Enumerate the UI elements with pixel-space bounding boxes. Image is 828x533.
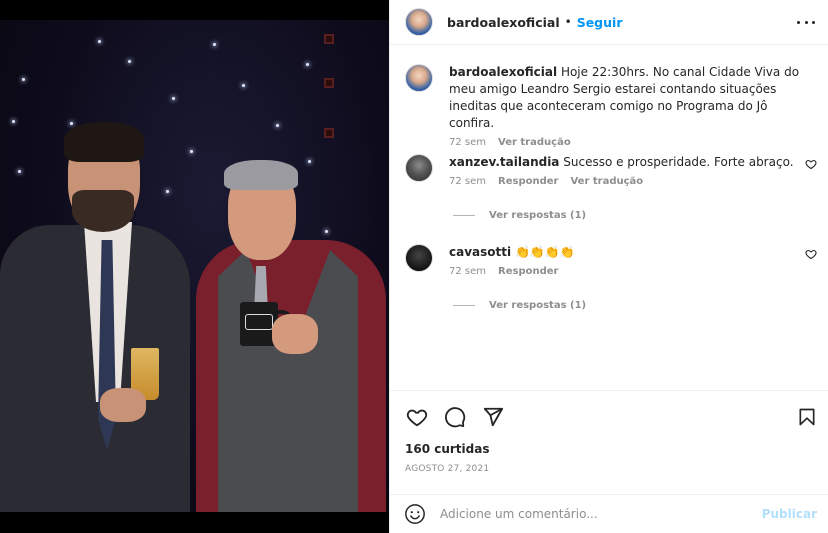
- heart-icon[interactable]: [805, 158, 817, 170]
- post-actions: 160 curtidas AGOSTO 27, 2021: [390, 390, 828, 510]
- post-date[interactable]: AGOSTO 27, 2021: [405, 464, 489, 474]
- comment-meta: 72 sem Responder Ver tradução: [449, 176, 805, 187]
- header-separator: •: [564, 15, 572, 29]
- bookmark-icon[interactable]: [795, 405, 819, 429]
- comment-time[interactable]: 72 sem: [449, 266, 486, 277]
- stage-light: [12, 120, 15, 123]
- replies-line: [453, 305, 475, 306]
- stage-light: [98, 40, 101, 43]
- author-avatar[interactable]: [405, 8, 433, 36]
- comment-body: xanzev.tailandia Sucesso e prosperidade.…: [449, 154, 805, 187]
- emoji-icon[interactable]: [404, 503, 426, 525]
- stage-lamp: [324, 34, 334, 44]
- stage-light: [190, 150, 193, 153]
- author-username[interactable]: bardoalexoficial: [447, 15, 560, 30]
- comment-username[interactable]: xanzev.tailandia: [449, 155, 559, 169]
- comment-message: Sucesso e prosperidade. Forte abraço.: [563, 155, 794, 169]
- follow-button[interactable]: Seguir: [577, 15, 623, 30]
- replies-line: [453, 215, 475, 216]
- comment-body: bardoalexoficial Hoje 22:30hrs. No canal…: [449, 64, 805, 148]
- action-icons: [405, 405, 505, 429]
- post-side-panel: bardoalexoficial • Seguir bardoalexofici…: [389, 0, 828, 533]
- view-replies-toggle[interactable]: Ver respostas (1): [453, 300, 586, 311]
- stage-light: [306, 63, 309, 66]
- instagram-post: bardoalexoficial • Seguir bardoalexofici…: [0, 0, 828, 533]
- stage-light: [242, 84, 245, 87]
- mug-logo: [245, 314, 273, 330]
- person-left-hand: [100, 388, 146, 422]
- comments-list[interactable]: bardoalexoficial Hoje 22:30hrs. No canal…: [390, 46, 828, 390]
- see-translation-link[interactable]: Ver tradução: [570, 176, 643, 187]
- photo-bottom-letterbox: [0, 512, 389, 533]
- publish-button[interactable]: Publicar: [762, 507, 817, 521]
- stage-light: [128, 60, 131, 63]
- person-right-hand: [272, 314, 318, 354]
- photo-top-letterbox: [0, 0, 389, 20]
- view-replies-toggle[interactable]: Ver respostas (1): [453, 210, 586, 221]
- commenter-avatar[interactable]: [405, 154, 433, 182]
- person-left-beard: [72, 190, 134, 232]
- post-photo[interactable]: [0, 0, 389, 533]
- comment-item: xanzev.tailandia Sucesso e prosperidade.…: [405, 154, 825, 187]
- comment-username[interactable]: cavasotti: [449, 245, 511, 259]
- comment-input[interactable]: [440, 507, 740, 521]
- add-comment-bar: Publicar: [390, 494, 828, 533]
- reply-link[interactable]: Responder: [498, 266, 558, 277]
- author-avatar[interactable]: [405, 64, 433, 92]
- comment-meta: 72 sem Ver tradução: [449, 137, 805, 148]
- stage-light: [213, 43, 216, 46]
- view-replies-label[interactable]: Ver respostas (1): [489, 300, 586, 311]
- likes-count[interactable]: 160 curtidas: [405, 442, 489, 456]
- caption-comment: bardoalexoficial Hoje 22:30hrs. No canal…: [405, 64, 825, 148]
- commenter-avatar[interactable]: [405, 244, 433, 272]
- stage-light: [308, 160, 311, 163]
- stage-light: [172, 97, 175, 100]
- comment-text: xanzev.tailandia Sucesso e prosperidade.…: [449, 154, 805, 171]
- comment-icon[interactable]: [443, 405, 467, 429]
- comment-text: bardoalexoficial Hoje 22:30hrs. No canal…: [449, 64, 805, 132]
- heart-icon[interactable]: [405, 405, 429, 429]
- see-translation-link[interactable]: Ver tradução: [498, 137, 571, 148]
- post-header: bardoalexoficial • Seguir: [390, 0, 828, 45]
- comment-username[interactable]: bardoalexoficial: [449, 65, 557, 79]
- view-replies-label[interactable]: Ver respostas (1): [489, 210, 586, 221]
- stage-light: [276, 124, 279, 127]
- stage-lamp: [324, 78, 334, 88]
- send-icon[interactable]: [481, 405, 505, 429]
- stage-light: [325, 230, 328, 233]
- stage-light: [22, 78, 25, 81]
- person-right-hair: [224, 160, 298, 190]
- stage-lamp: [324, 128, 334, 138]
- comment-time[interactable]: 72 sem: [449, 176, 486, 187]
- heart-icon[interactable]: [805, 248, 817, 260]
- stage-light: [18, 170, 21, 173]
- reply-link[interactable]: Responder: [498, 176, 558, 187]
- more-options-icon[interactable]: [797, 14, 815, 30]
- stage-light: [70, 122, 73, 125]
- comment-message: 👏👏👏👏: [514, 245, 575, 259]
- comment-time[interactable]: 72 sem: [449, 137, 486, 148]
- stage-light: [166, 190, 169, 193]
- comment-item: cavasotti 👏👏👏👏 72 sem Responder: [405, 244, 825, 277]
- person-left-hair: [64, 122, 144, 162]
- comment-text: cavasotti 👏👏👏👏: [449, 244, 805, 261]
- comment-body: cavasotti 👏👏👏👏 72 sem Responder: [449, 244, 805, 277]
- comment-meta: 72 sem Responder: [449, 266, 805, 277]
